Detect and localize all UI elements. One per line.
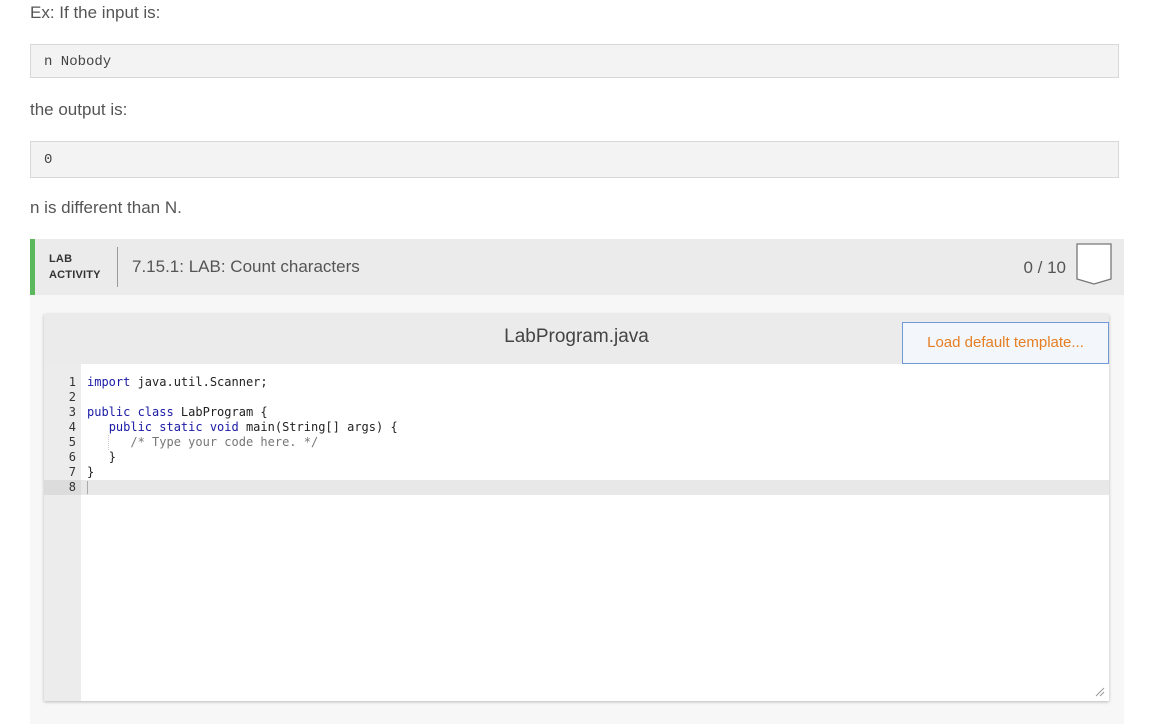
lab-body: LabProgram.java Load default template...… <box>30 295 1124 724</box>
code-comment: /* Type your code here. */ <box>130 435 319 449</box>
code-text: } <box>108 450 116 464</box>
code-input-area[interactable]: import java.util.Scanner; public class L… <box>81 364 1109 701</box>
code-text: java.util.Scanner; <box>130 375 268 389</box>
line-number: 7 <box>68 465 76 479</box>
example-output-label: the output is: <box>30 100 128 119</box>
line-number-gutter: 1 2 3 4 5 6 7 8 <box>44 364 81 701</box>
active-line-highlight <box>81 480 1109 495</box>
text-cursor <box>87 481 88 494</box>
lab-tag-line1: LAB <box>49 253 73 265</box>
lab-activity-header: LAB ACTIVITY 7.15.1: LAB: Count characte… <box>30 239 1124 295</box>
code-text: } <box>87 465 95 479</box>
example-output-box: 0 <box>30 141 1119 178</box>
code-line-4: public static void main(String[] args) { <box>87 420 398 435</box>
editor-toolbar: LabProgram.java Load default template... <box>44 314 1109 364</box>
code-text: LabProgram { <box>173 405 268 419</box>
code-keyword: public static void <box>108 420 239 434</box>
load-default-template-button[interactable]: Load default template... <box>902 322 1109 364</box>
line-number: 1 <box>68 375 76 389</box>
completion-badge-icon <box>1076 243 1112 285</box>
code-keyword: public class <box>87 405 174 419</box>
resize-grip-icon[interactable] <box>1093 685 1105 697</box>
note-text: n is different than N. <box>30 198 182 217</box>
lab-score: 0 / 10 <box>1023 258 1066 277</box>
lab-title: 7.15.1: LAB: Count characters <box>132 257 360 276</box>
lab-header-divider <box>117 247 118 287</box>
example-input-box: n Nobody <box>30 44 1119 78</box>
code-line-3: public class LabProgram { <box>87 405 268 420</box>
line-number: 4 <box>68 420 76 434</box>
lab-tag-line2: ACTIVITY <box>49 269 101 281</box>
line-number: 2 <box>68 390 76 404</box>
line-number: 3 <box>68 405 76 419</box>
code-line-7: } <box>87 465 94 480</box>
code-editor: LabProgram.java Load default template...… <box>44 314 1109 701</box>
line-number: 5 <box>68 435 76 449</box>
code-keyword: import <box>87 375 131 389</box>
code-line-1: import java.util.Scanner; <box>87 375 268 390</box>
line-number: 6 <box>68 450 76 464</box>
example-input-label: Ex: If the input is: <box>30 3 161 22</box>
code-text: main(String[] args) { <box>238 420 398 434</box>
code-line-6: } <box>87 450 116 465</box>
page: Ex: If the input is: n Nobody the output… <box>0 0 1151 724</box>
line-number: 8 <box>68 480 76 494</box>
code-line-5: /* Type your code here. */ <box>87 435 318 450</box>
lab-activity-tag: LAB ACTIVITY <box>49 251 101 283</box>
